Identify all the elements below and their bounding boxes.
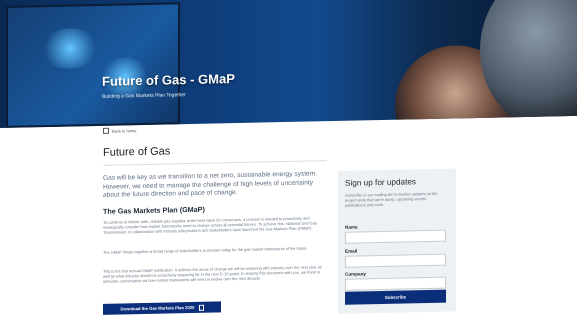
section-heading: The Gas Markets Plan (GMaP) — [103, 204, 205, 216]
name-field[interactable] — [345, 229, 446, 244]
intro-text: Gas will be key as we transition to a ne… — [103, 170, 318, 200]
signup-description: Subscribe to our mailing list to receive… — [345, 190, 438, 208]
page-title: Future of Gas — [103, 145, 171, 159]
breadcrumb[interactable]: Back to home — [103, 127, 136, 134]
download-button[interactable]: Download the Gas Markets Plan 2020 — [103, 301, 221, 315]
name-label: Name — [345, 224, 358, 230]
divider — [103, 160, 327, 166]
paragraph: The GMaP brings together a broad range o… — [103, 245, 308, 255]
company-field[interactable] — [345, 276, 446, 291]
breadcrumb-link[interactable]: Back to home — [112, 128, 136, 134]
document-icon — [198, 304, 204, 311]
subscribe-button[interactable]: Subscribe — [345, 289, 446, 305]
page: Future of Gas - GMaP Building a Gas Mark… — [0, 0, 577, 321]
email-field[interactable] — [345, 253, 446, 268]
paragraph: To continue to deliver safe, reliable ga… — [103, 215, 317, 236]
download-button-label: Download the Gas Markets Plan 2020 — [120, 304, 195, 312]
hero-title: Future of Gas - GMaP — [102, 71, 235, 89]
hero-banner: Future of Gas - GMaP Building a Gas Mark… — [0, 0, 577, 128]
email-label: Email — [345, 248, 358, 254]
signup-title: Sign up for updates — [345, 177, 417, 188]
paragraph: This is the first annual GMaP publicatio… — [103, 264, 322, 285]
home-icon — [103, 127, 109, 134]
signup-card: Sign up for updates Subscribe to our mai… — [338, 168, 456, 314]
company-label: Company — [345, 271, 366, 277]
hero-image-screen — [6, 2, 180, 128]
